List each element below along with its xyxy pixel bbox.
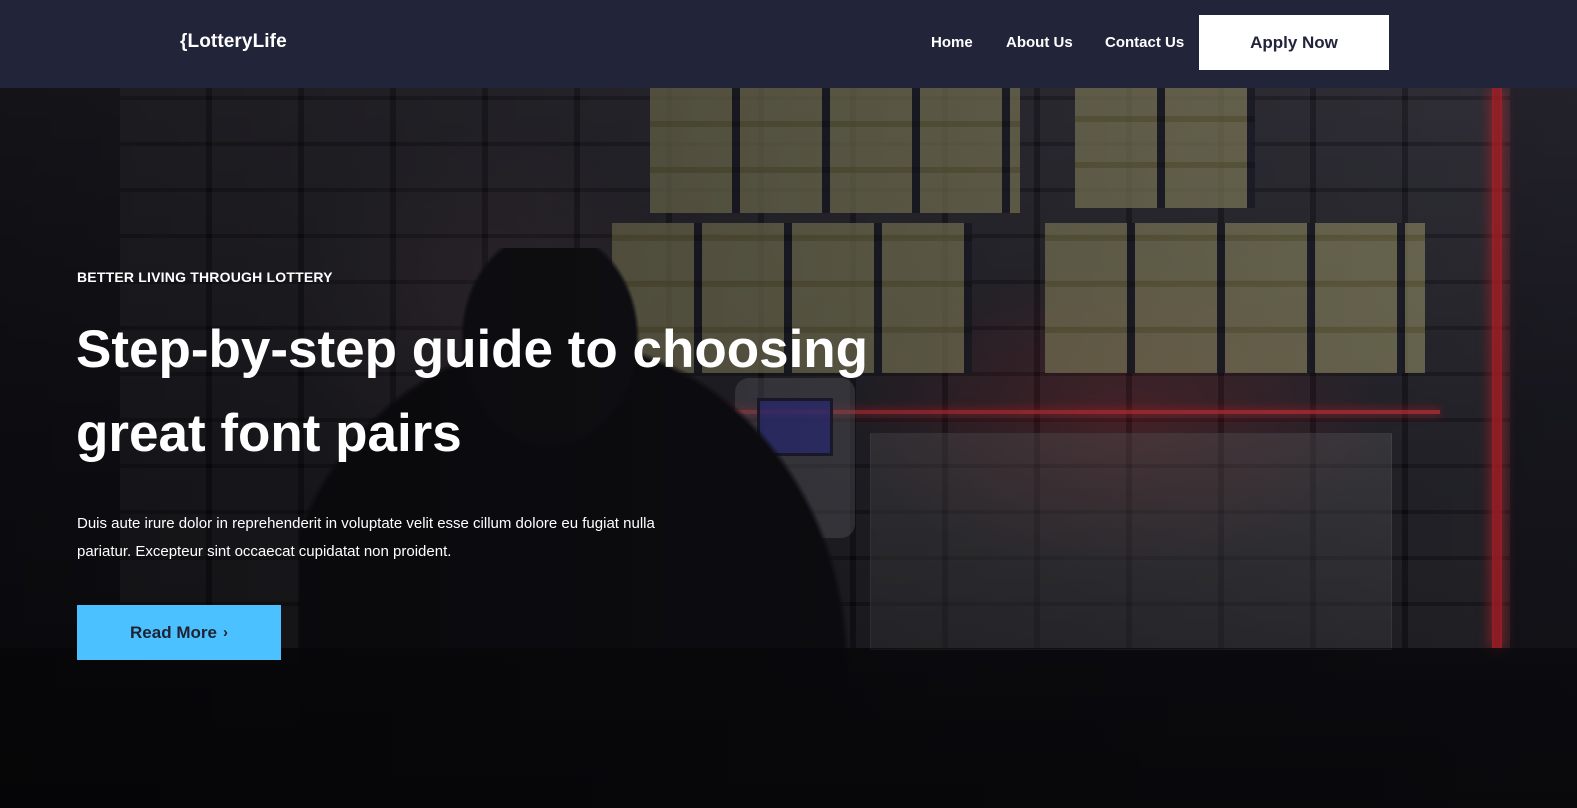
- apply-now-button[interactable]: Apply Now: [1199, 15, 1389, 70]
- nav-link-home[interactable]: Home: [931, 34, 973, 51]
- hero-headline: Step-by-step guide to choosing great fon…: [76, 320, 869, 463]
- site-header: {LotteryLife Home About Us Contact Us Ap…: [0, 0, 1577, 88]
- hero-body-text: Duis aute irure dolor in reprehenderit i…: [77, 515, 655, 560]
- hero-eyebrow: BETTER LIVING THROUGH LOTTERY: [77, 269, 333, 285]
- read-more-label: Read More: [130, 622, 217, 642]
- nav-link-about-us[interactable]: About Us: [1006, 34, 1073, 51]
- read-more-button[interactable]: Read More ›: [77, 605, 281, 660]
- brand-logo[interactable]: {LotteryLife: [180, 31, 287, 53]
- nav-link-contact-us[interactable]: Contact Us: [1105, 34, 1184, 51]
- chevron-right-icon: ›: [222, 624, 228, 641]
